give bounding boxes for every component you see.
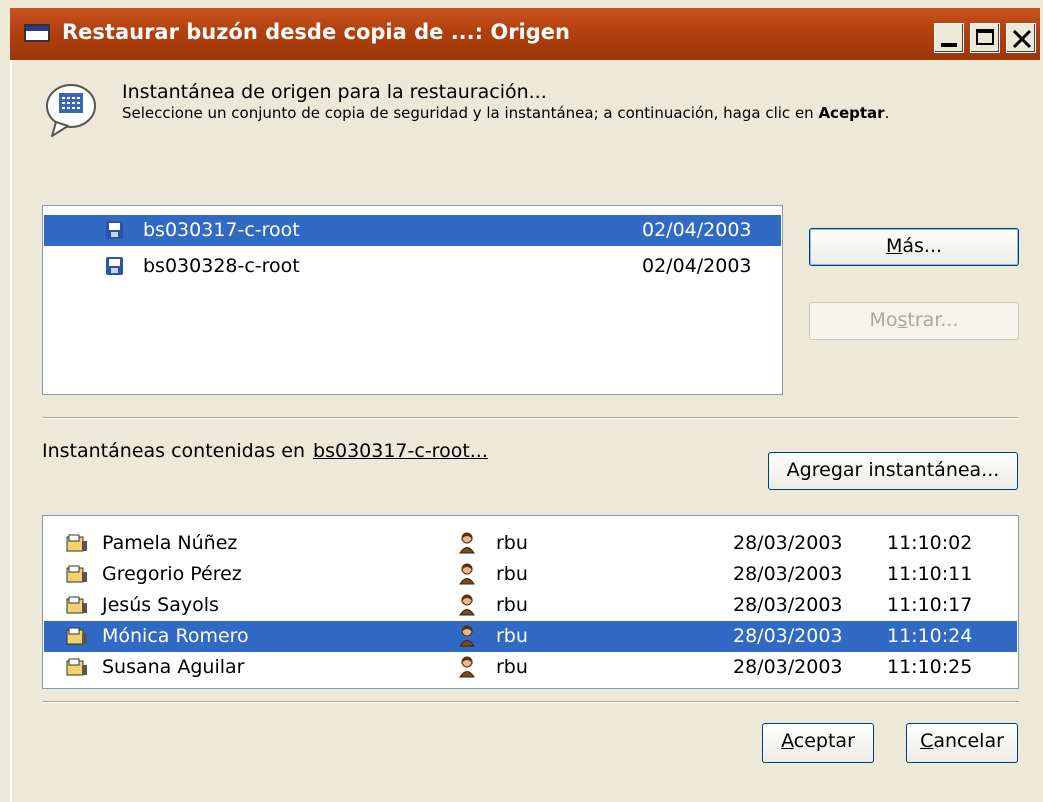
snapshot-name: Mónica Romero xyxy=(102,625,249,647)
backup-set-name: bs030328-c-root xyxy=(143,255,300,277)
snapshot-time: 11:10:25 xyxy=(887,656,973,678)
separator xyxy=(42,701,1019,703)
user-icon xyxy=(459,625,475,647)
snapshot-name: Susana Aguilar xyxy=(102,656,245,678)
user-icon xyxy=(459,656,475,678)
snapshot-user: rbu xyxy=(496,656,528,678)
window-icon xyxy=(24,24,50,42)
snapshot-name: Jesús Sayols xyxy=(102,594,219,616)
backup-set-date: 02/04/2003 xyxy=(642,219,752,241)
mailbox-icon xyxy=(66,627,87,645)
snapshot-time: 11:10:24 xyxy=(887,625,973,647)
snapshot-name: Gregorio Pérez xyxy=(102,563,242,585)
snapshot-list[interactable]: Pamela Núñez rbu 28/03/2003 11:10:02 Gre… xyxy=(42,515,1019,689)
snapshots-label: Instantáneas contenidas en bs030317-c-roo… xyxy=(42,440,488,462)
backup-set-row[interactable]: bs030317-c-root 02/04/2003 xyxy=(44,215,781,246)
snapshot-time: 11:10:02 xyxy=(887,532,973,554)
more-button[interactable]: Más... xyxy=(809,228,1019,266)
backup-set-list[interactable]: bs030317-c-root 02/04/2003 bs030328-c-ro… xyxy=(42,205,783,395)
minimize-button[interactable] xyxy=(934,23,964,53)
floppy-disk-icon xyxy=(106,221,123,239)
snapshot-row[interactable]: Susana Aguilar rbu 28/03/2003 11:10:25 xyxy=(44,652,1017,683)
mailbox-icon xyxy=(66,565,87,583)
separator xyxy=(42,417,1019,419)
show-button[interactable]: Mostrar... xyxy=(809,302,1019,340)
snapshot-name: Pamela Núñez xyxy=(102,532,238,554)
snapshot-date: 28/03/2003 xyxy=(733,594,843,616)
snapshot-user: rbu xyxy=(496,594,528,616)
floppy-disk-icon xyxy=(106,257,123,275)
user-icon xyxy=(459,532,475,554)
snapshot-user: rbu xyxy=(496,563,528,585)
snapshots-source-link[interactable]: bs030317-c-root... xyxy=(313,440,488,462)
window-title: Restaurar buzón desde copia de ...: Orig… xyxy=(62,20,570,44)
add-snapshot-button[interactable]: Agregar instantánea... xyxy=(768,452,1018,490)
mailbox-icon xyxy=(66,596,87,614)
snapshot-row[interactable]: Jesús Sayols rbu 28/03/2003 11:10:17 xyxy=(44,590,1017,621)
snapshot-user: rbu xyxy=(496,532,528,554)
speech-bubble-icon xyxy=(46,84,96,137)
mailbox-icon xyxy=(66,658,87,676)
snapshot-row[interactable]: Mónica Romero rbu 28/03/2003 11:10:24 xyxy=(44,621,1017,652)
ok-button[interactable]: Aceptar xyxy=(762,723,874,763)
snapshot-date: 28/03/2003 xyxy=(733,532,843,554)
title-bar[interactable]: Restaurar buzón desde copia de ...: Orig… xyxy=(10,8,1040,60)
snapshot-date: 28/03/2003 xyxy=(733,656,843,678)
dialog-window: Restaurar buzón desde copia de ...: Orig… xyxy=(0,0,1043,802)
user-icon xyxy=(459,594,475,616)
close-icon xyxy=(1012,29,1032,49)
snapshot-time: 11:10:17 xyxy=(887,594,973,616)
mailbox-icon xyxy=(66,534,87,552)
snapshot-date: 28/03/2003 xyxy=(733,625,843,647)
snapshot-user: rbu xyxy=(496,625,528,647)
backup-set-row[interactable]: bs030328-c-root 02/04/2003 xyxy=(44,251,781,282)
cancel-button[interactable]: Cancelar xyxy=(906,723,1018,763)
user-icon xyxy=(459,563,475,585)
backup-set-name: bs030317-c-root xyxy=(143,219,300,241)
header-title: Instantánea de origen para la restauraci… xyxy=(122,81,547,103)
snapshot-date: 28/03/2003 xyxy=(733,563,843,585)
snapshot-time: 11:10:11 xyxy=(887,563,973,585)
snapshot-row[interactable]: Gregorio Pérez rbu 28/03/2003 11:10:11 xyxy=(44,559,1017,590)
snapshot-row[interactable]: Pamela Núñez rbu 28/03/2003 11:10:02 xyxy=(44,528,1017,559)
window-frame xyxy=(10,60,12,802)
backup-set-date: 02/04/2003 xyxy=(642,255,752,277)
maximize-button[interactable] xyxy=(970,23,1000,53)
header-subtitle: Seleccione un conjunto de copia de segur… xyxy=(122,104,890,122)
close-button[interactable] xyxy=(1006,23,1036,53)
